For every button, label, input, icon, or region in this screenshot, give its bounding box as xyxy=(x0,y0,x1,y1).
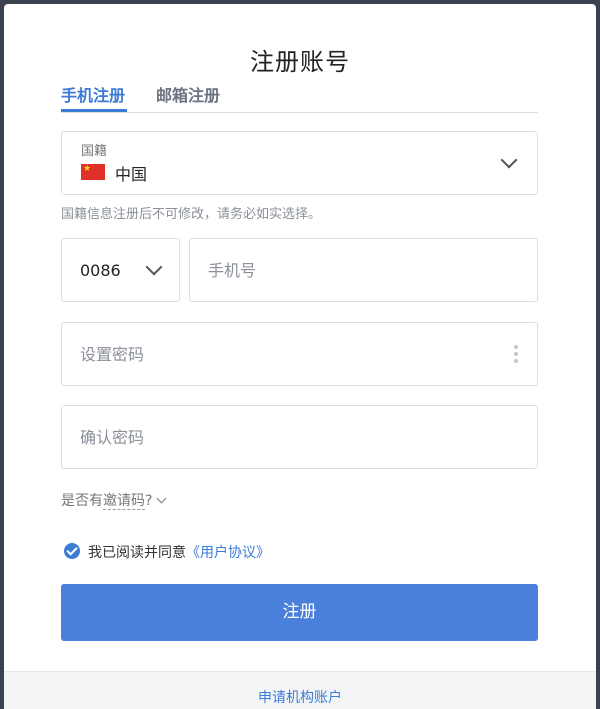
invite-prefix: 是否有 xyxy=(61,493,103,509)
nationality-hint: 国籍信息注册后不可修改，请务必如实选择。 xyxy=(61,207,322,222)
confirm-password-field-wrapper xyxy=(61,405,538,469)
chevron-down-icon xyxy=(145,258,163,276)
register-dialog: 注册账号 手机注册 邮箱注册 国籍 ★ 中国 国籍信息注册后不可修改，请务必如实… xyxy=(4,4,596,709)
confirm-password-input[interactable] xyxy=(62,406,537,468)
tab-email-register[interactable]: 邮箱注册 xyxy=(156,82,220,106)
agreement-checkbox[interactable] xyxy=(64,543,80,559)
nationality-label: 国籍 xyxy=(81,144,108,159)
agreement-text: 我已阅读并同意《用户协议》 xyxy=(88,542,270,562)
footer-bar: 申请机构账户 xyxy=(4,671,596,709)
tab-phone-register[interactable]: 手机注册 xyxy=(61,82,125,106)
invite-suffix: ? xyxy=(145,493,153,509)
page-title: 注册账号 xyxy=(250,48,350,76)
nationality-value: 中国 xyxy=(115,165,148,184)
chevron-down-icon xyxy=(500,151,518,169)
password-input[interactable] xyxy=(62,323,537,385)
chevron-down-icon xyxy=(156,493,167,504)
password-manager-icon[interactable] xyxy=(514,345,519,365)
invite-code-link: 邀请码 xyxy=(103,493,145,510)
agreement-label: 我已阅读并同意 xyxy=(88,545,186,561)
country-code-value: 0086 xyxy=(80,261,121,280)
phone-field-wrapper xyxy=(189,238,538,302)
user-agreement-link[interactable]: 《用户协议》 xyxy=(186,545,270,561)
nationality-select[interactable]: 国籍 ★ 中国 xyxy=(61,131,538,195)
invite-code-toggle[interactable]: 是否有邀请码? xyxy=(61,490,167,510)
country-code-select[interactable]: 0086 xyxy=(61,238,180,302)
apply-institution-account-link[interactable]: 申请机构账户 xyxy=(4,687,596,707)
password-field-wrapper xyxy=(61,322,538,386)
register-tabs: 手机注册 邮箱注册 xyxy=(61,76,538,113)
phone-input[interactable] xyxy=(190,239,537,301)
active-tab-indicator xyxy=(61,109,127,112)
china-flag-icon: ★ xyxy=(81,164,105,180)
register-button[interactable]: 注册 xyxy=(61,584,538,641)
